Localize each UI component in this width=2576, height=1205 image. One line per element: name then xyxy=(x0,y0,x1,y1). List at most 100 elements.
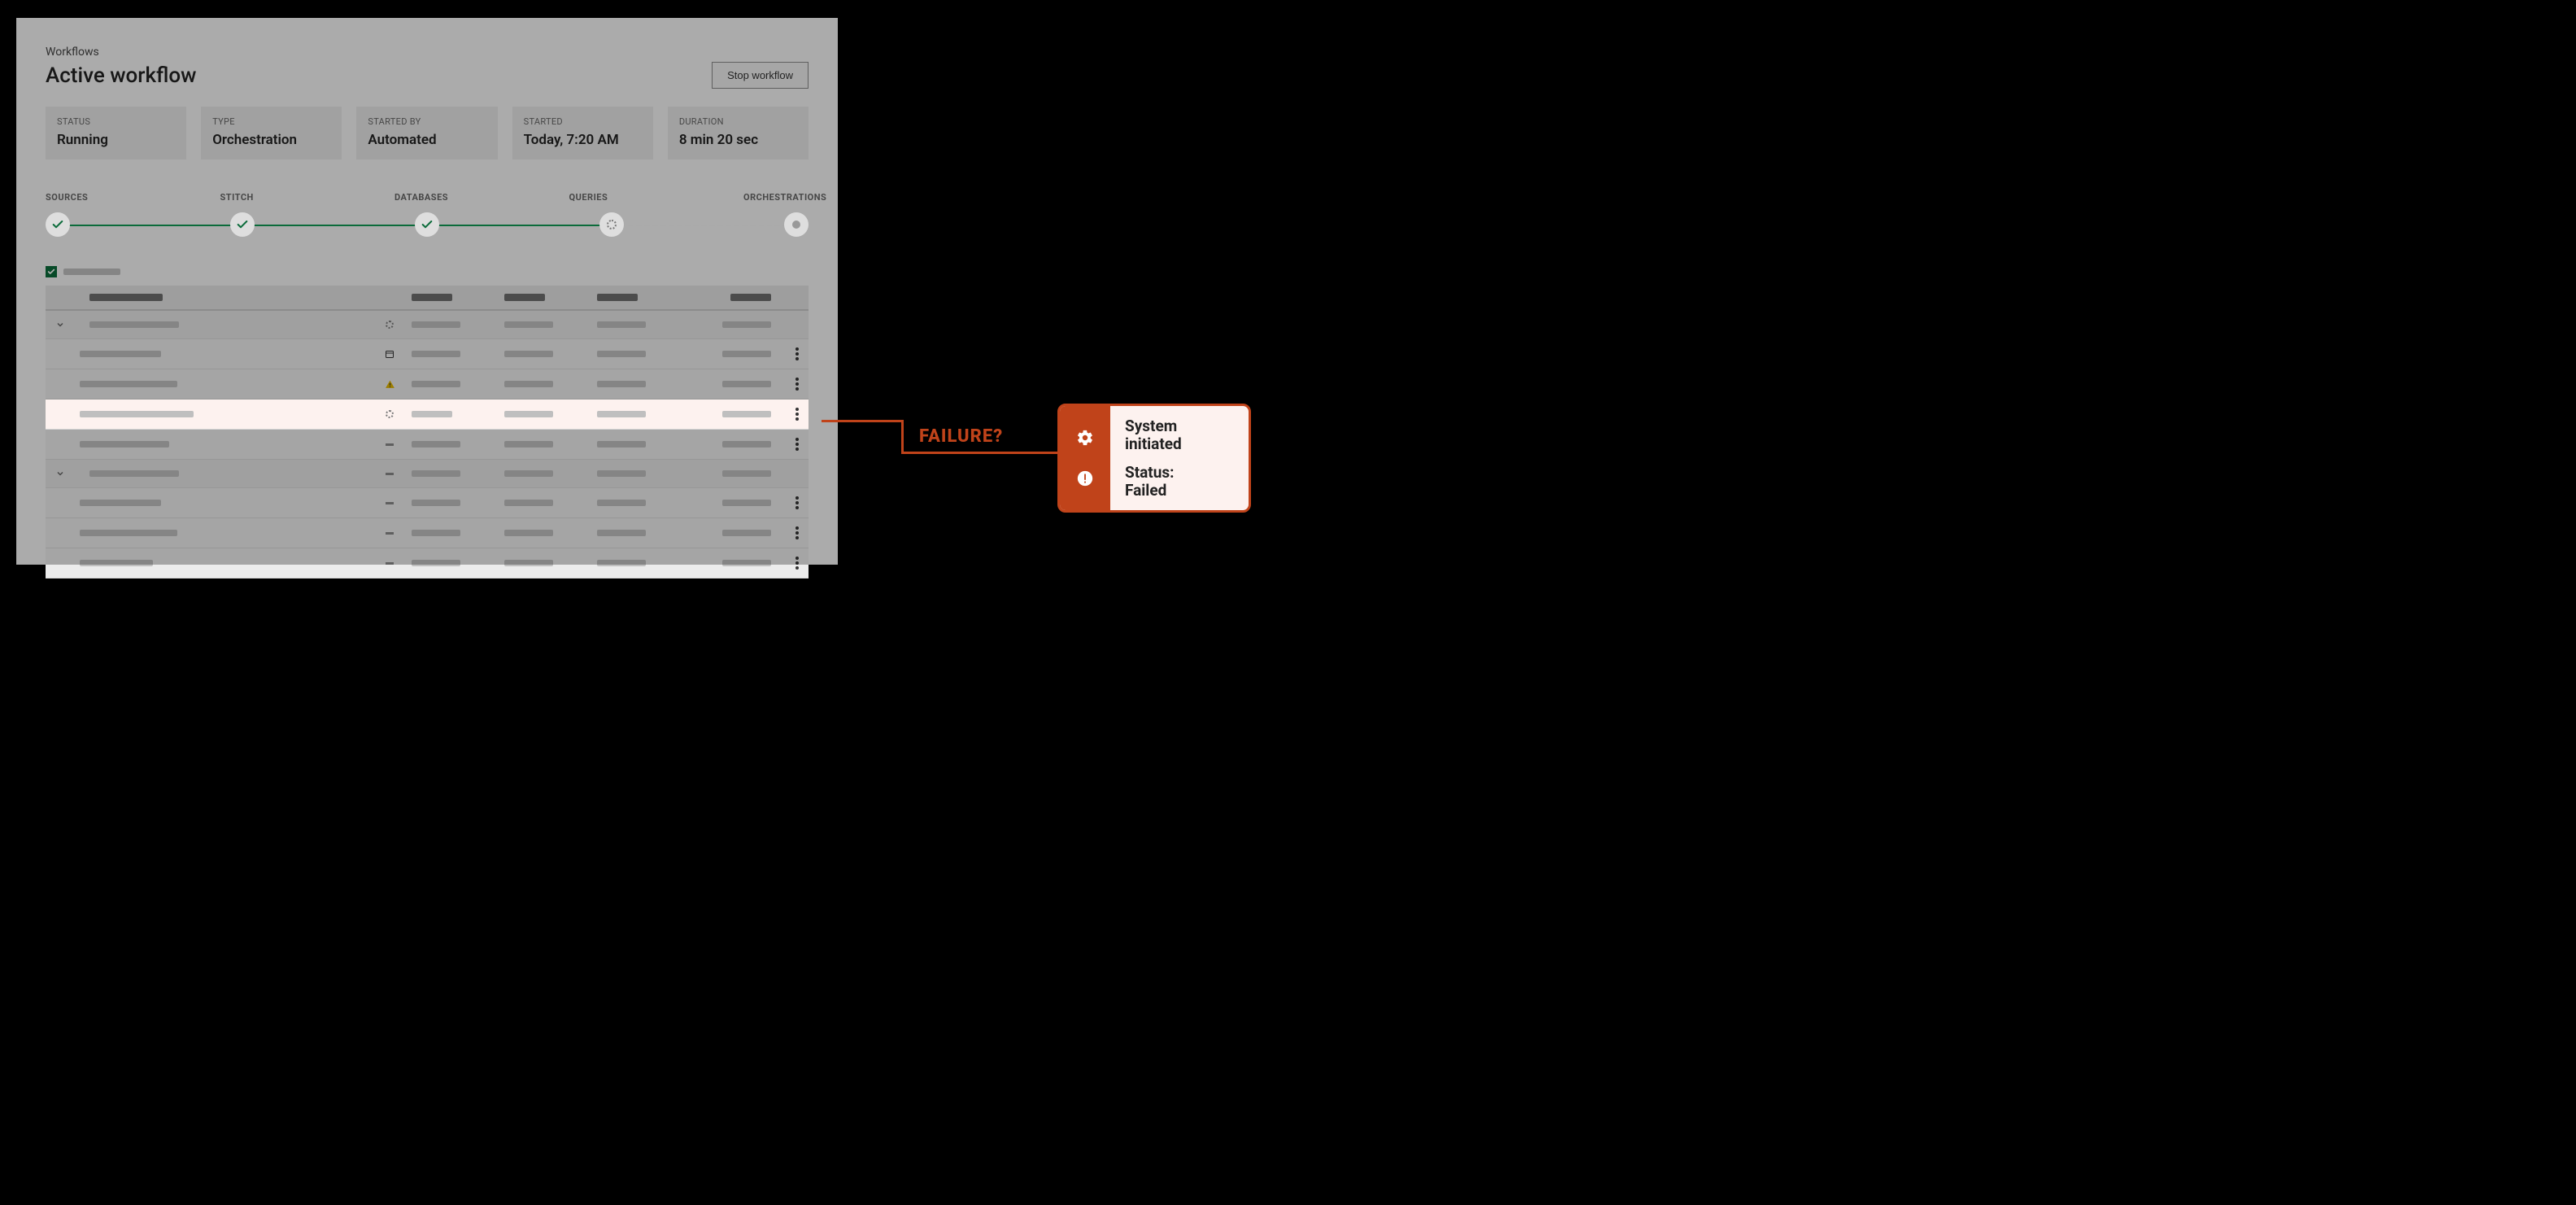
select-all-checkbox[interactable] xyxy=(46,266,57,277)
pipeline-node-databases[interactable] xyxy=(415,212,439,237)
pipeline-step-label: DATABASES xyxy=(394,192,460,203)
skeleton-text xyxy=(722,500,771,506)
skeleton-text xyxy=(412,441,460,448)
pipeline-node-sources[interactable] xyxy=(46,212,70,237)
pipeline-connector xyxy=(427,225,612,226)
pipeline: SOURCES STITCH DATABASES QUERIES ORCHEST… xyxy=(46,192,809,238)
skeleton-text xyxy=(504,500,553,506)
page-title: Active workflow xyxy=(46,63,196,88)
skeleton-text xyxy=(80,411,194,417)
table-row[interactable] xyxy=(46,518,809,548)
stop-workflow-button[interactable]: Stop workflow xyxy=(712,62,809,89)
row-menu-button[interactable] xyxy=(795,347,799,360)
row-menu-button[interactable] xyxy=(795,438,799,451)
skeleton-text xyxy=(504,560,553,566)
skeleton-text xyxy=(504,530,553,536)
skeleton-text xyxy=(412,381,460,387)
row-menu-button[interactable] xyxy=(795,496,799,509)
chevron-down-icon[interactable] xyxy=(55,469,65,478)
skeleton-text xyxy=(722,530,771,536)
dash-icon xyxy=(384,497,395,509)
skeleton-text xyxy=(722,381,771,387)
pipeline-node-queries[interactable] xyxy=(599,212,624,237)
dash-icon xyxy=(384,439,395,450)
gear-icon xyxy=(1074,427,1096,448)
table-row-group[interactable] xyxy=(46,460,809,488)
breadcrumb[interactable]: Workflows xyxy=(46,46,809,59)
skeleton-text xyxy=(412,500,460,506)
card-label: TYPE xyxy=(212,116,330,127)
skeleton-text xyxy=(80,500,161,506)
pipeline-step-label: SOURCES xyxy=(46,192,111,203)
chevron-down-icon[interactable] xyxy=(55,320,65,330)
skeleton-text xyxy=(597,441,646,448)
skeleton-text xyxy=(597,294,638,301)
skeleton-text xyxy=(597,500,646,506)
skeleton-text xyxy=(597,381,646,387)
skeleton-text xyxy=(730,294,771,301)
card-label: DURATION xyxy=(679,116,797,127)
pipeline-node-orchestrations[interactable] xyxy=(784,212,809,237)
skeleton-text xyxy=(412,294,452,301)
table-row[interactable] xyxy=(46,548,809,578)
skeleton-text xyxy=(504,441,553,448)
skeleton-text xyxy=(597,351,646,357)
row-menu-button[interactable] xyxy=(795,378,799,391)
skeleton-text xyxy=(504,411,553,417)
table-row-highlighted[interactable] xyxy=(46,399,809,430)
workflow-panel: Workflows Active workflow Stop workflow … xyxy=(16,18,838,565)
skeleton-text xyxy=(412,470,460,477)
table-row[interactable] xyxy=(46,339,809,369)
annotation-callout: Systeminitiated Status:Failed xyxy=(1057,404,1251,513)
skeleton-text xyxy=(412,560,460,566)
table-row[interactable] xyxy=(46,369,809,399)
callout-text: Systeminitiated xyxy=(1125,417,1182,453)
spinner-icon xyxy=(384,319,395,330)
skeleton-text xyxy=(722,560,771,566)
summary-cards: STATUS Running TYPE Orchestration STARTE… xyxy=(46,107,809,159)
spinner-icon xyxy=(384,408,395,420)
skeleton-text xyxy=(412,530,460,536)
card-label: STARTED BY xyxy=(368,116,486,127)
annotation-connector xyxy=(901,420,904,452)
workflow-table xyxy=(46,266,809,578)
skeleton-text xyxy=(597,560,646,566)
skeleton-text xyxy=(722,411,771,417)
dot-icon xyxy=(792,220,800,229)
skeleton-text xyxy=(89,470,179,477)
skeleton-text xyxy=(722,470,771,477)
spinner-icon xyxy=(607,220,617,229)
skeleton-text xyxy=(412,411,452,417)
skeleton-text xyxy=(504,351,553,357)
check-icon xyxy=(51,218,64,231)
calendar-icon xyxy=(384,348,395,360)
row-menu-button[interactable] xyxy=(795,557,799,570)
check-icon xyxy=(47,268,55,276)
skeleton-text xyxy=(412,351,460,357)
skeleton-text xyxy=(722,351,771,357)
check-icon xyxy=(236,218,249,231)
skeleton-text xyxy=(722,441,771,448)
table-row[interactable] xyxy=(46,488,809,518)
check-icon xyxy=(421,218,434,231)
table-row-group[interactable] xyxy=(46,311,809,339)
skeleton-text xyxy=(89,294,163,301)
skeleton-text xyxy=(504,470,553,477)
pipeline-connector xyxy=(242,225,427,226)
card-duration: DURATION 8 min 20 sec xyxy=(668,107,809,159)
card-started-by: STARTED BY Automated xyxy=(356,107,497,159)
row-menu-button[interactable] xyxy=(795,526,799,539)
callout-icon-strip xyxy=(1060,406,1110,510)
card-status: STATUS Running xyxy=(46,107,186,159)
skeleton-text xyxy=(597,470,646,477)
table-row[interactable] xyxy=(46,430,809,460)
warning-icon xyxy=(384,378,395,390)
annotation-label: FAILURE? xyxy=(919,426,1003,447)
pipeline-step-label: STITCH xyxy=(220,192,285,203)
pipeline-step-label: ORCHESTRATIONS xyxy=(743,192,809,203)
row-menu-button[interactable] xyxy=(795,408,799,421)
card-value: Today, 7:20 AM xyxy=(524,132,642,148)
pipeline-node-stitch[interactable] xyxy=(230,212,255,237)
card-label: STARTED xyxy=(524,116,642,127)
card-value: 8 min 20 sec xyxy=(679,132,797,148)
